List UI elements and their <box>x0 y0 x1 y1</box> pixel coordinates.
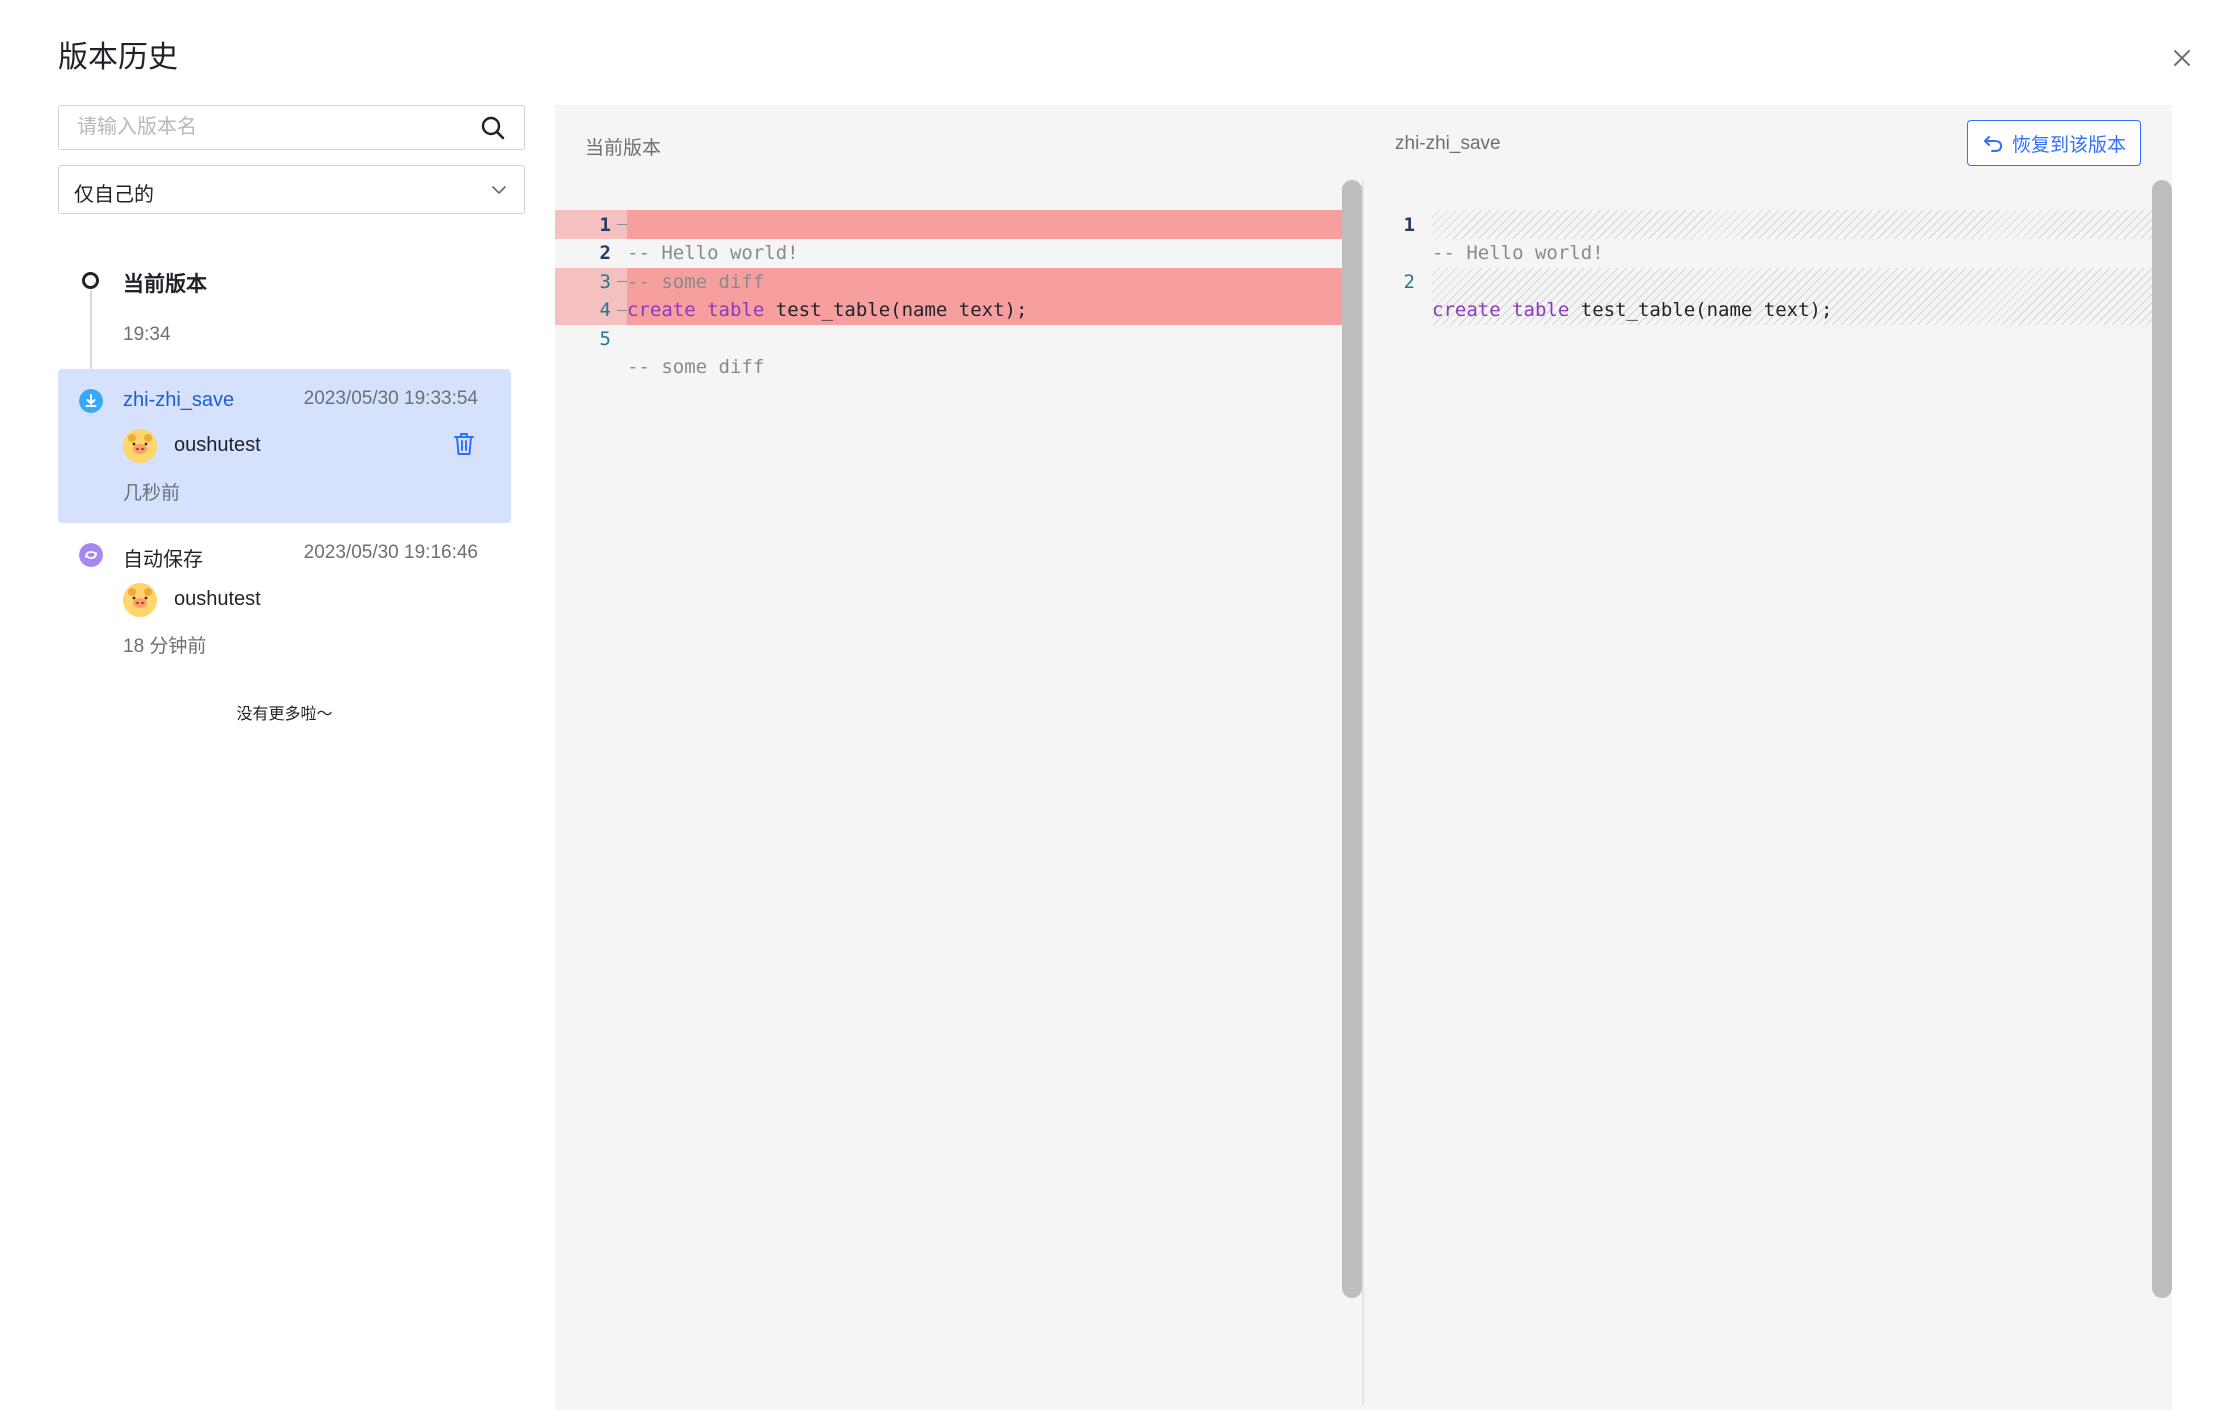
line-number: 5 <box>599 327 611 350</box>
version-item-autosave[interactable]: 自动保存 2023/05/30 19:16:46 oushutest 18 分钟… <box>58 523 511 677</box>
version-name: 自动保存 <box>123 549 203 571</box>
version-user: oushutest <box>174 588 261 610</box>
line-number: 2 <box>1403 270 1415 293</box>
code-line: 1 -- Hello world! <box>1385 182 1604 265</box>
current-version-label[interactable]: 当前版本 <box>123 268 207 298</box>
chevron-down-icon <box>492 186 506 194</box>
version-date: 2023/05/30 19:16:46 <box>303 542 478 563</box>
code-text: -- Hello world! <box>627 242 799 264</box>
left-scrollbar-thumb[interactable] <box>1342 180 1362 1298</box>
code-text: -- some diff <box>627 356 765 378</box>
code-line: 2 -- some diff <box>555 211 765 293</box>
current-version-time: 19:34 <box>123 324 171 345</box>
current-version-dot <box>82 272 99 289</box>
search-icon[interactable] <box>480 115 506 141</box>
diff-viewer: 当前版本 zhi-zhi_save 恢复到该版本 1 -- Hello worl… <box>555 105 2172 1410</box>
code-line: 2 create table test_table(name text); <box>1385 239 1833 322</box>
left-pane-title: 当前版本 <box>585 138 662 159</box>
restore-version-label: 恢复到该版本 <box>2011 134 2126 156</box>
close-button[interactable] <box>2166 42 2198 74</box>
code-text: create table test_table(name text); <box>627 296 1027 325</box>
filter-select-value: 仅自己的 <box>74 184 154 206</box>
version-user: oushutest <box>174 434 261 456</box>
close-icon <box>2174 50 2190 66</box>
code-line: 4 <box>555 268 647 321</box>
avatar <box>123 429 157 463</box>
code-text: create table test_table(name text); <box>1432 296 1832 325</box>
auto-save-icon <box>79 543 103 567</box>
deleted-line-band <box>627 210 1362 239</box>
restore-version-button[interactable]: 恢复到该版本 <box>1967 120 2141 166</box>
filter-select[interactable]: 仅自己的 <box>58 165 525 214</box>
right-scrollbar-thumb[interactable] <box>2152 180 2172 1298</box>
dialog-title: 版本历史 <box>58 41 178 74</box>
version-name: zhi-zhi_save <box>123 389 235 411</box>
code-line: 1 -- Hello world! <box>555 182 799 265</box>
keyword: table <box>1512 299 1570 321</box>
search-box <box>58 105 525 150</box>
code-line: 3 create table test_table(name text); <box>555 239 1028 322</box>
code-rest: test_table(name text); <box>775 299 1028 321</box>
version-item-zhi-zhi-save[interactable]: zhi-zhi_save 2023/05/30 19:33:54 oushute… <box>58 369 511 523</box>
code-rest: test_table(name text); <box>1580 299 1833 321</box>
keyword: table <box>707 299 765 321</box>
right-pane-title: zhi-zhi_save <box>1395 133 1501 154</box>
no-more-text: 没有更多啦～ <box>236 706 333 723</box>
search-input[interactable] <box>59 106 469 149</box>
pane-divider <box>1362 180 1364 1405</box>
undo-icon <box>1983 136 2002 152</box>
keyword: create <box>1432 299 1501 321</box>
placeholder-hatch <box>1432 210 2152 239</box>
code-line: 5 -- some diff <box>555 296 765 379</box>
version-relative-time: 几秒前 <box>123 483 181 504</box>
avatar <box>123 583 157 617</box>
version-date: 2023/05/30 19:33:54 <box>303 388 478 409</box>
line-number: 1 <box>1403 213 1415 236</box>
trash-icon[interactable] <box>451 431 477 457</box>
version-history-dialog: 版本历史 仅自己的 当前版本 19:34 zhi-zhi_save 2023/0… <box>0 0 2220 1417</box>
code-text: -- some diff <box>627 270 765 293</box>
version-relative-time: 18 分钟前 <box>123 636 207 657</box>
manual-save-icon <box>79 389 103 413</box>
